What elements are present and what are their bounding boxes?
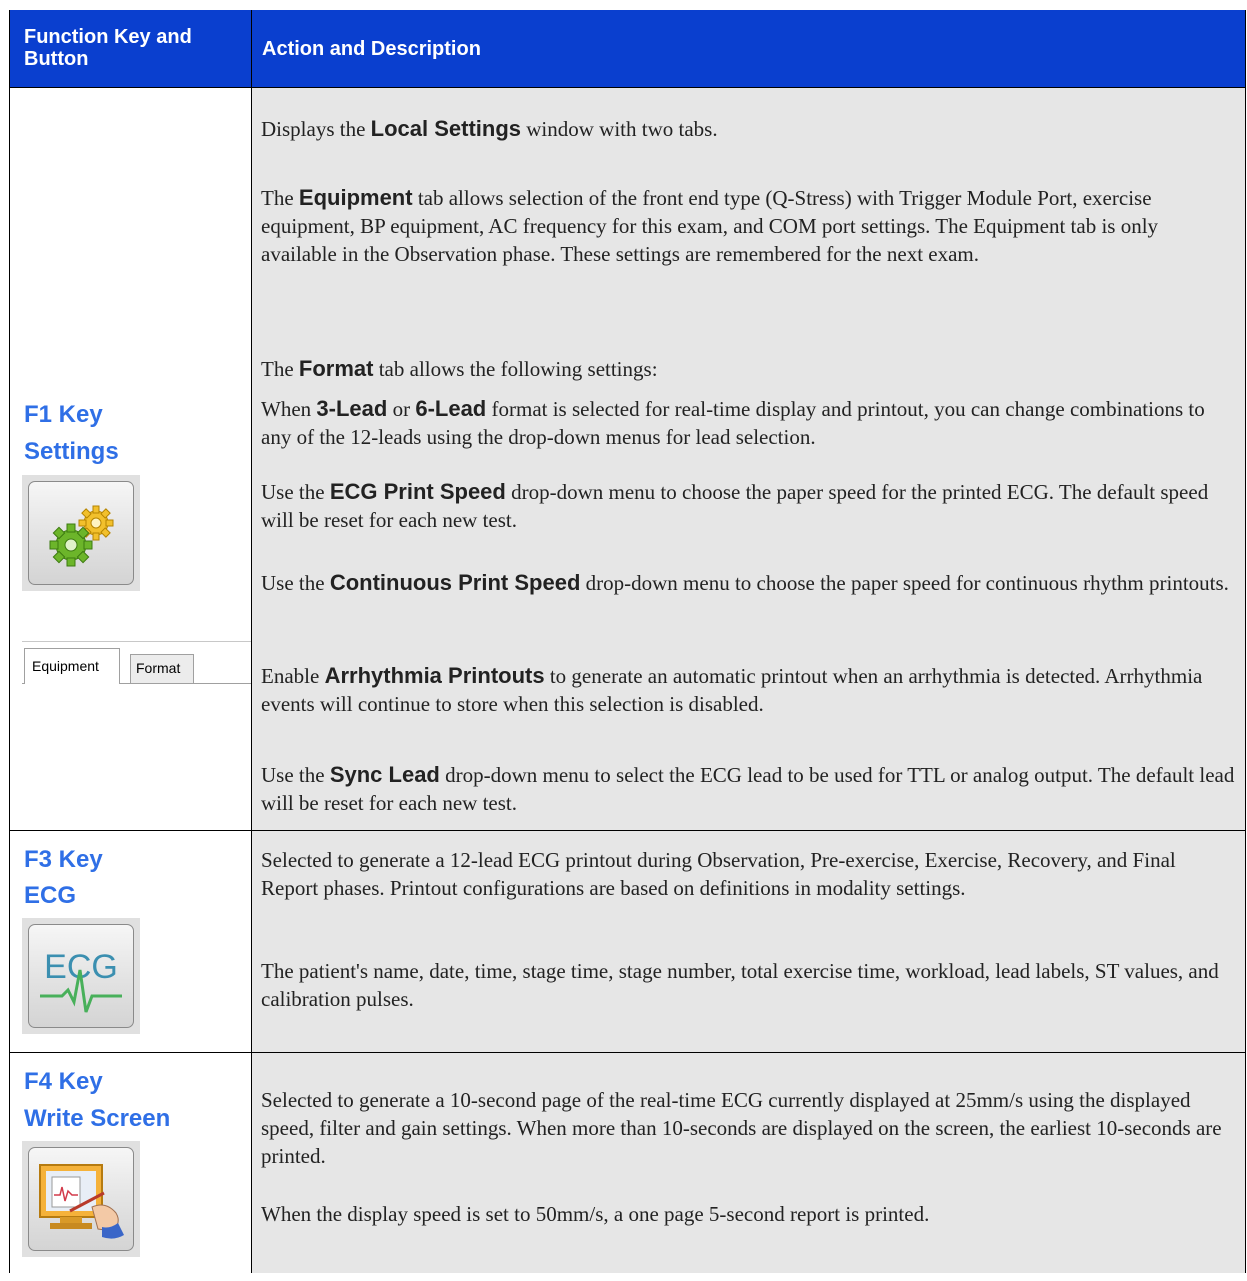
- f1-key-cell: F1 Key Settings Equipment Format: [10, 88, 252, 830]
- f1-paragraph: Use the ECG Print Speed drop-down menu t…: [261, 479, 1209, 532]
- f3-key-label: F3 Key: [24, 846, 103, 873]
- f3-key-name: ECG: [24, 882, 77, 909]
- f4-key-cell: F4 Key Write Screen: [10, 1053, 252, 1273]
- f1-paragraph: Use the Sync Lead drop-down menu to sele…: [261, 762, 1235, 815]
- header-action-description: Action and Description: [262, 38, 481, 60]
- f1-paragraph: The Equipment tab allows selection of th…: [261, 185, 1159, 266]
- f4-paragraph: When the display speed is set to 50mm/s,…: [261, 1202, 930, 1226]
- f1-description-cell: Displays the Local Settings window with …: [252, 88, 1245, 830]
- f4-description-cell: Selected to generate a 10-second page of…: [252, 1053, 1245, 1273]
- f4-paragraph: Selected to generate a 10-second page of…: [261, 1088, 1222, 1168]
- settings-button[interactable]: [22, 475, 140, 591]
- header-cell-action: Action and Description: [252, 10, 1245, 87]
- table-row-f3: F3 Key ECG ECG Selected to generate a 12…: [10, 831, 1245, 1053]
- header-function-key: Function Key and Button: [24, 26, 192, 70]
- settings-gears-icon: [49, 505, 114, 567]
- table-row-f1: F1 Key Settings Equipment Format Display…: [10, 88, 1245, 831]
- f4-key-name: Write Screen: [24, 1105, 171, 1132]
- ecg-button[interactable]: ECG: [22, 918, 140, 1034]
- f1-paragraph: Enable Arrhythmia Printouts to generate …: [261, 663, 1203, 716]
- f1-paragraph: Displays the Local Settings window with …: [261, 116, 718, 141]
- table-row-f4: F4 Key Write Screen Selected to generate…: [10, 1053, 1245, 1273]
- write-screen-icon: [39, 1164, 124, 1239]
- table-header-row: Function Key and Button Action and Descr…: [10, 10, 1245, 88]
- function-key-table: Function Key and Button Action and Descr…: [9, 10, 1246, 1273]
- local-settings-tabstrip: Equipment Format: [22, 641, 251, 686]
- f3-paragraph: The patient's name, date, time, stage ti…: [261, 959, 1219, 1011]
- f1-key-name: Settings: [24, 438, 119, 465]
- f1-paragraph: The Format tab allows the following sett…: [261, 356, 658, 381]
- f3-key-cell: F3 Key ECG ECG: [10, 831, 252, 1052]
- f3-description-cell: Selected to generate a 12-lead ECG print…: [252, 831, 1245, 1052]
- write-screen-button[interactable]: [22, 1141, 140, 1257]
- tab-format[interactable]: Format: [130, 654, 194, 683]
- f1-paragraph: When 3-Lead or 6-Lead format is selected…: [261, 396, 1205, 449]
- ecg-icon: ECG: [40, 948, 122, 1013]
- tab-equipment[interactable]: Equipment: [24, 648, 120, 684]
- f1-key-label: F1 Key: [24, 401, 103, 428]
- header-cell-function-key: Function Key and Button: [10, 10, 252, 87]
- f1-paragraph: Use the Continuous Print Speed drop-down…: [261, 570, 1229, 595]
- f3-paragraph: Selected to generate a 12-lead ECG print…: [261, 848, 1176, 900]
- f4-key-label: F4 Key: [24, 1068, 103, 1095]
